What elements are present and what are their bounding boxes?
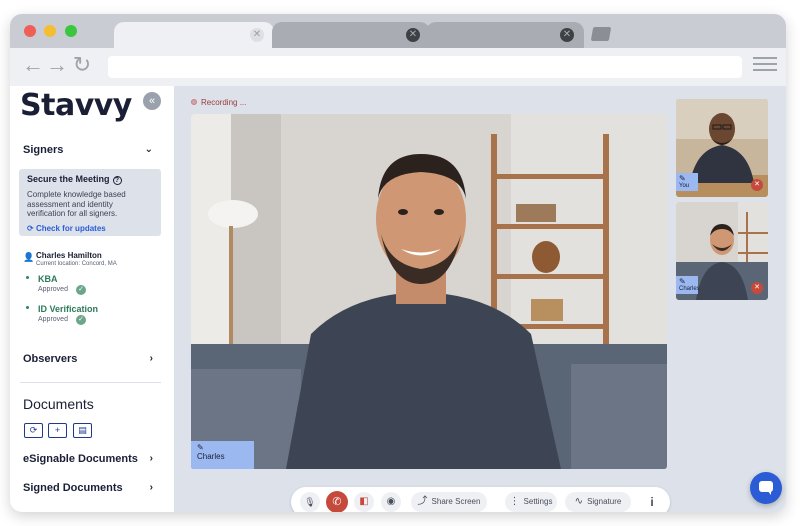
sync-icon[interactable]: ⟳ [24,423,43,438]
refresh-icon: ⟳ [27,223,34,233]
signed-documents-header[interactable]: Signed Documents › [23,482,161,494]
maximize-window-button[interactable] [65,25,77,37]
signers-title: Signers [23,144,64,156]
info-button[interactable]: i [642,492,662,512]
participant-name-tag: ✎ Charles [676,276,700,294]
main-video-feed: ✎ Charles [191,114,667,469]
toggle-video-button[interactable]: ◧ [354,492,374,512]
approved-check-icon: ✓ [76,315,86,325]
collapse-sidebar-button[interactable]: « [143,92,161,110]
camera-icon: ◉ [386,496,396,507]
esignable-documents-title: eSignable Documents [23,453,138,465]
tab-strip: ✕ ✕ ✕ [10,14,786,48]
chevron-right-icon: › [149,482,153,493]
chevron-down-icon: ⌄ [144,144,153,155]
id-verification-status: Approved [38,316,68,323]
kebab-menu-icon: ⋮ [509,496,520,507]
share-screen-button[interactable]: ⤴ Share Screen [411,492,487,512]
signature-button[interactable]: ∿ Signature [565,492,631,512]
kba-label: KBA [38,274,58,284]
signer-name: Charles Hamilton [36,251,102,260]
recording-indicator: Recording ... [191,98,246,107]
help-icon[interactable]: ? [112,176,122,185]
address-bar[interactable] [108,56,742,78]
browser-tab[interactable]: ✕ [426,22,584,48]
check-for-updates-link[interactable]: ⟳ Check for updates [27,224,153,233]
esignable-documents-header[interactable]: eSignable Documents › [23,453,161,465]
back-arrow-icon[interactable]: ← [22,54,44,76]
minimize-window-button[interactable] [44,25,56,37]
chat-button[interactable] [750,472,782,504]
bullet [26,306,29,309]
documents-title: Documents [23,396,94,412]
sidebar: Stavvy « Signers ⌄ Secure the Meeting? C… [10,86,174,512]
document-icon[interactable]: ▤ [73,423,92,438]
observers-section-header[interactable]: Observers › [23,353,161,365]
self-video-thumbnail[interactable]: ✎ You ✕ [676,99,768,197]
pen-icon: ✎ [679,277,686,286]
info-icon: i [650,495,654,509]
end-call-button[interactable]: ✆ [326,491,348,512]
phone-hangup-icon: ✆ [332,496,342,508]
snapshot-button[interactable]: ◉ [381,492,401,512]
divider [20,382,161,383]
main-video-image [191,114,667,469]
new-tab-button[interactable] [590,27,612,41]
stavvy-logo: Stavvy [20,88,132,123]
bullet [26,276,29,279]
tab-close-icon[interactable]: ✕ [406,28,420,42]
settings-button[interactable]: ⋮ Settings [505,492,557,512]
tab-close-icon[interactable]: ✕ [560,28,574,42]
signer-location: Current location: Concord, MA [36,261,117,267]
approved-check-icon: ✓ [76,285,86,295]
signature-icon: ∿ [574,496,584,507]
microphone-off-icon: 🎙 [304,497,316,507]
participant-name-tag: ✎ Charles [191,441,254,469]
share-screen-icon: ⤴ [417,496,428,507]
chevron-right-icon: › [149,353,153,364]
meeting-control-bar: 🎙 ✆ ◧ ◉ ⤴ Share Screen ⋮ Settings ∿ Signatu… [291,487,670,512]
browser-toolbar: ← → ↻ [10,48,786,86]
participant-video-thumbnail[interactable]: ✎ Charles ✕ [676,202,768,300]
participant-name-tag: ✎ You [676,173,698,191]
reload-icon[interactable]: ↻ [71,54,93,76]
browser-tab-active[interactable]: ✕ [114,22,274,48]
tab-close-icon[interactable]: ✕ [250,28,264,42]
browser-tab[interactable]: ✕ [272,22,430,48]
observers-title: Observers [23,353,78,365]
browser-window: ✕ ✕ ✕ ← → ↻ Stavvy « Signers ⌄ Secure th… [10,14,786,512]
pen-icon: ✎ [679,174,686,183]
chevron-right-icon: › [149,453,153,464]
pen-icon: ✎ [197,443,204,452]
signed-documents-title: Signed Documents [23,482,123,494]
secure-meeting-card: Secure the Meeting? Complete knowledge b… [19,169,161,236]
person-icon: 👤 [23,252,35,262]
meeting-app: Stavvy « Signers ⌄ Secure the Meeting? C… [10,86,786,512]
signers-section-header[interactable]: Signers ⌄ [23,144,161,156]
kba-status: Approved [38,286,68,293]
mute-microphone-button[interactable]: 🎙 [300,492,320,512]
forward-arrow-icon[interactable]: → [46,54,68,76]
secure-meeting-title: Secure the Meeting? [27,174,153,185]
muted-mic-icon: ✕ [751,282,763,294]
close-window-button[interactable] [24,25,36,37]
id-verification-label: ID Verification [38,304,99,314]
recording-dot-icon [191,99,197,105]
plus-icon[interactable]: + [48,423,67,438]
secure-meeting-description: Complete knowledge based assessment and … [27,190,126,218]
video-off-icon: ◧ [359,496,369,507]
muted-mic-icon: ✕ [751,179,763,191]
hamburger-menu-icon[interactable] [753,57,777,77]
